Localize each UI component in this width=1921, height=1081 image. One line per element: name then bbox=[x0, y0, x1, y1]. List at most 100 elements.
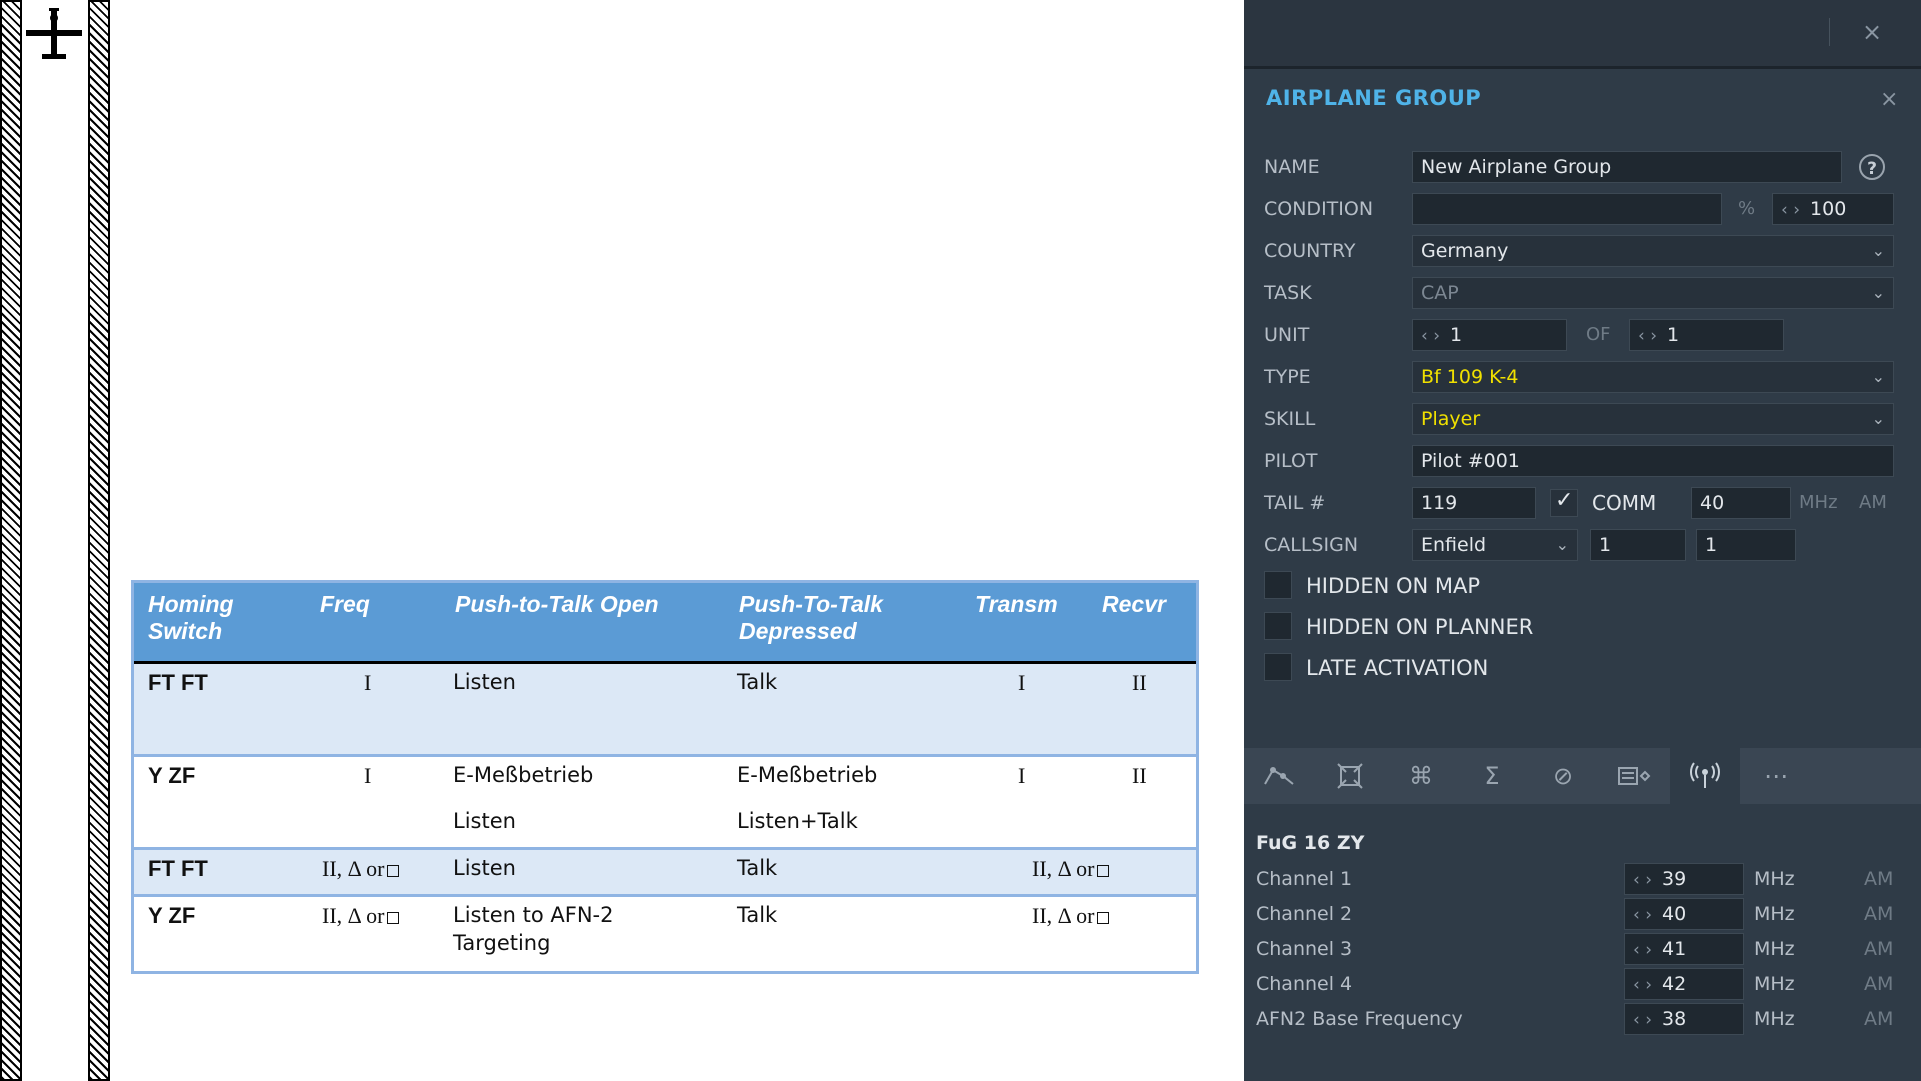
afn2-base-frequency-modulation: AM bbox=[1864, 1008, 1894, 1030]
cell-freq: II, Δ or bbox=[322, 903, 400, 929]
hidden-on-planner-checkbox[interactable] bbox=[1264, 612, 1292, 640]
cell-ptt-depressed: Talk bbox=[737, 856, 778, 880]
header-freq: Freq bbox=[320, 591, 370, 617]
chevron-down-icon: ⌄ bbox=[1871, 241, 1885, 260]
country-dropdown[interactable]: Germany ⌄ bbox=[1412, 235, 1894, 267]
channel-2-unit: MHz bbox=[1754, 903, 1795, 925]
unit-total-stepper[interactable]: ‹ › 1 bbox=[1629, 319, 1784, 351]
tail-label: TAIL # bbox=[1264, 492, 1326, 514]
name-input[interactable]: New Airplane Group bbox=[1412, 151, 1842, 183]
panel-topbar: × bbox=[1244, 0, 1921, 69]
radio-icon[interactable] bbox=[1670, 748, 1740, 804]
radio-title: FuG 16 ZY bbox=[1256, 832, 1365, 854]
checkmark-icon: ✓ bbox=[1555, 488, 1574, 513]
target-icon[interactable] bbox=[1315, 748, 1385, 804]
panel-title: AIRPLANE GROUP bbox=[1266, 86, 1482, 110]
stepper-arrows-icon[interactable]: ‹ › bbox=[1633, 1010, 1652, 1030]
cell-ptt-depressed: Talk bbox=[737, 903, 778, 927]
stepper-arrows-icon[interactable]: ‹ › bbox=[1633, 870, 1652, 890]
channel-1-modulation: AM bbox=[1864, 868, 1894, 890]
chevron-down-icon: ⌄ bbox=[1871, 283, 1885, 302]
skill-dropdown[interactable]: Player ⌄ bbox=[1412, 403, 1894, 435]
comm-label: COMM bbox=[1592, 491, 1657, 515]
close-panel-icon[interactable]: × bbox=[1880, 88, 1898, 112]
name-label: NAME bbox=[1264, 156, 1320, 178]
pilot-label: PILOT bbox=[1264, 450, 1318, 472]
topbar-separator bbox=[1829, 18, 1830, 46]
tail-number-input[interactable]: 119 bbox=[1412, 487, 1536, 519]
type-label: TYPE bbox=[1264, 366, 1311, 388]
unit-stepper[interactable]: ‹ › 1 bbox=[1412, 319, 1567, 351]
square-symbol-icon bbox=[1097, 911, 1110, 924]
pilot-input[interactable]: Pilot #001 bbox=[1412, 445, 1894, 477]
hidden-on-map-label: HIDDEN ON MAP bbox=[1306, 574, 1481, 598]
unit-of-label: OF bbox=[1586, 324, 1611, 345]
cell-recvr: II bbox=[1132, 763, 1147, 788]
comm-frequency-input[interactable]: 40 bbox=[1691, 487, 1791, 519]
cell-ptt-depressed: Talk bbox=[737, 670, 778, 694]
channel-1-label: Channel 1 bbox=[1256, 868, 1353, 890]
stepper-arrows-icon[interactable]: ‹ › bbox=[1638, 326, 1657, 346]
channel-4-stepper[interactable]: ‹ › 42 bbox=[1624, 968, 1744, 1000]
skill-label: SKILL bbox=[1264, 408, 1316, 430]
cell-freq: II, Δ or bbox=[322, 856, 400, 882]
type-dropdown[interactable]: Bf 109 K-4 ⌄ bbox=[1412, 361, 1894, 393]
stepper-arrows-icon[interactable]: ‹ › bbox=[1633, 905, 1652, 925]
channel-1-unit: MHz bbox=[1754, 868, 1795, 890]
task-dropdown[interactable]: CAP ⌄ bbox=[1412, 277, 1894, 309]
stepper-arrows-icon[interactable]: ‹ › bbox=[1781, 200, 1800, 220]
stepper-arrows-icon[interactable]: ‹ › bbox=[1633, 940, 1652, 960]
cell-switch: Y ZF bbox=[148, 763, 196, 788]
cell-ptt-open-line2: Listen bbox=[453, 809, 516, 833]
comm-checkbox[interactable]: ✓ bbox=[1550, 488, 1578, 517]
cell-switch: FT FT bbox=[148, 670, 208, 695]
condition-label: CONDITION bbox=[1264, 198, 1374, 220]
channel-2-label: Channel 2 bbox=[1256, 903, 1353, 925]
square-symbol-icon bbox=[1097, 864, 1110, 877]
payload-icon[interactable] bbox=[1599, 748, 1669, 804]
callsign-dropdown[interactable]: Enfield ⌄ bbox=[1412, 529, 1578, 561]
channel-4-modulation: AM bbox=[1864, 973, 1894, 995]
airplane-group-panel: × AIRPLANE GROUP × NAME New Airplane Gro… bbox=[1244, 0, 1921, 1081]
condition-input[interactable] bbox=[1412, 193, 1722, 225]
stepper-arrows-icon[interactable]: ‹ › bbox=[1421, 326, 1440, 346]
country-label: COUNTRY bbox=[1264, 240, 1356, 262]
comm-mhz-label: MHz bbox=[1799, 492, 1838, 513]
callsign-number-1[interactable]: 1 bbox=[1590, 529, 1686, 561]
sum-icon[interactable]: Σ bbox=[1457, 748, 1527, 804]
route-icon[interactable] bbox=[1244, 748, 1314, 804]
table-row: Y ZF I E-Meßbetrieb Listen E-Meßbetrieb … bbox=[134, 754, 1196, 847]
table-row: FT FT I Listen Talk I II bbox=[134, 664, 1196, 754]
callsign-number-2[interactable]: 1 bbox=[1696, 529, 1796, 561]
left-strip bbox=[0, 0, 112, 1081]
afn2-base-frequency-stepper[interactable]: ‹ › 38 bbox=[1624, 1003, 1744, 1035]
cell-recvr: II bbox=[1132, 670, 1147, 695]
stepper-arrows-icon[interactable]: ‹ › bbox=[1633, 975, 1652, 995]
hidden-on-planner-label: HIDDEN ON PLANNER bbox=[1306, 615, 1534, 639]
prohibit-icon[interactable]: ⊘ bbox=[1528, 748, 1598, 804]
channel-3-label: Channel 3 bbox=[1256, 938, 1353, 960]
close-window-icon[interactable]: × bbox=[1862, 20, 1882, 44]
more-icon[interactable]: ⋯ bbox=[1741, 748, 1811, 804]
header-transm: Transm bbox=[975, 591, 1058, 617]
hidden-on-map-checkbox[interactable] bbox=[1264, 571, 1292, 599]
help-icon[interactable]: ? bbox=[1859, 154, 1885, 180]
cell-freq: I bbox=[364, 763, 372, 788]
cell-transm-recvr: II, Δ or bbox=[1032, 856, 1110, 882]
cell-transm: I bbox=[1018, 670, 1026, 695]
chevron-down-icon: ⌄ bbox=[1871, 409, 1885, 428]
airplane-icon bbox=[26, 8, 82, 59]
cell-switch: Y ZF bbox=[148, 903, 196, 928]
channel-3-stepper[interactable]: ‹ › 41 bbox=[1624, 933, 1744, 965]
table-row: FT FT II, Δ or Listen Talk II, Δ or bbox=[134, 847, 1196, 894]
channel-1-stepper[interactable]: ‹ › 39 bbox=[1624, 863, 1744, 895]
channel-2-stepper[interactable]: ‹ › 40 bbox=[1624, 898, 1744, 930]
radio-function-table: Homing Switch Freq Push-to-Talk Open Pus… bbox=[131, 580, 1199, 974]
late-activation-checkbox[interactable] bbox=[1264, 653, 1292, 681]
cell-ptt-open-line2: Targeting bbox=[453, 931, 551, 955]
condition-percent-stepper[interactable]: ‹ › 100 bbox=[1772, 193, 1894, 225]
chevron-down-icon: ⌄ bbox=[1871, 367, 1885, 386]
channel-3-unit: MHz bbox=[1754, 938, 1795, 960]
command-icon[interactable]: ⌘ bbox=[1386, 748, 1456, 804]
channel-4-label: Channel 4 bbox=[1256, 973, 1353, 995]
